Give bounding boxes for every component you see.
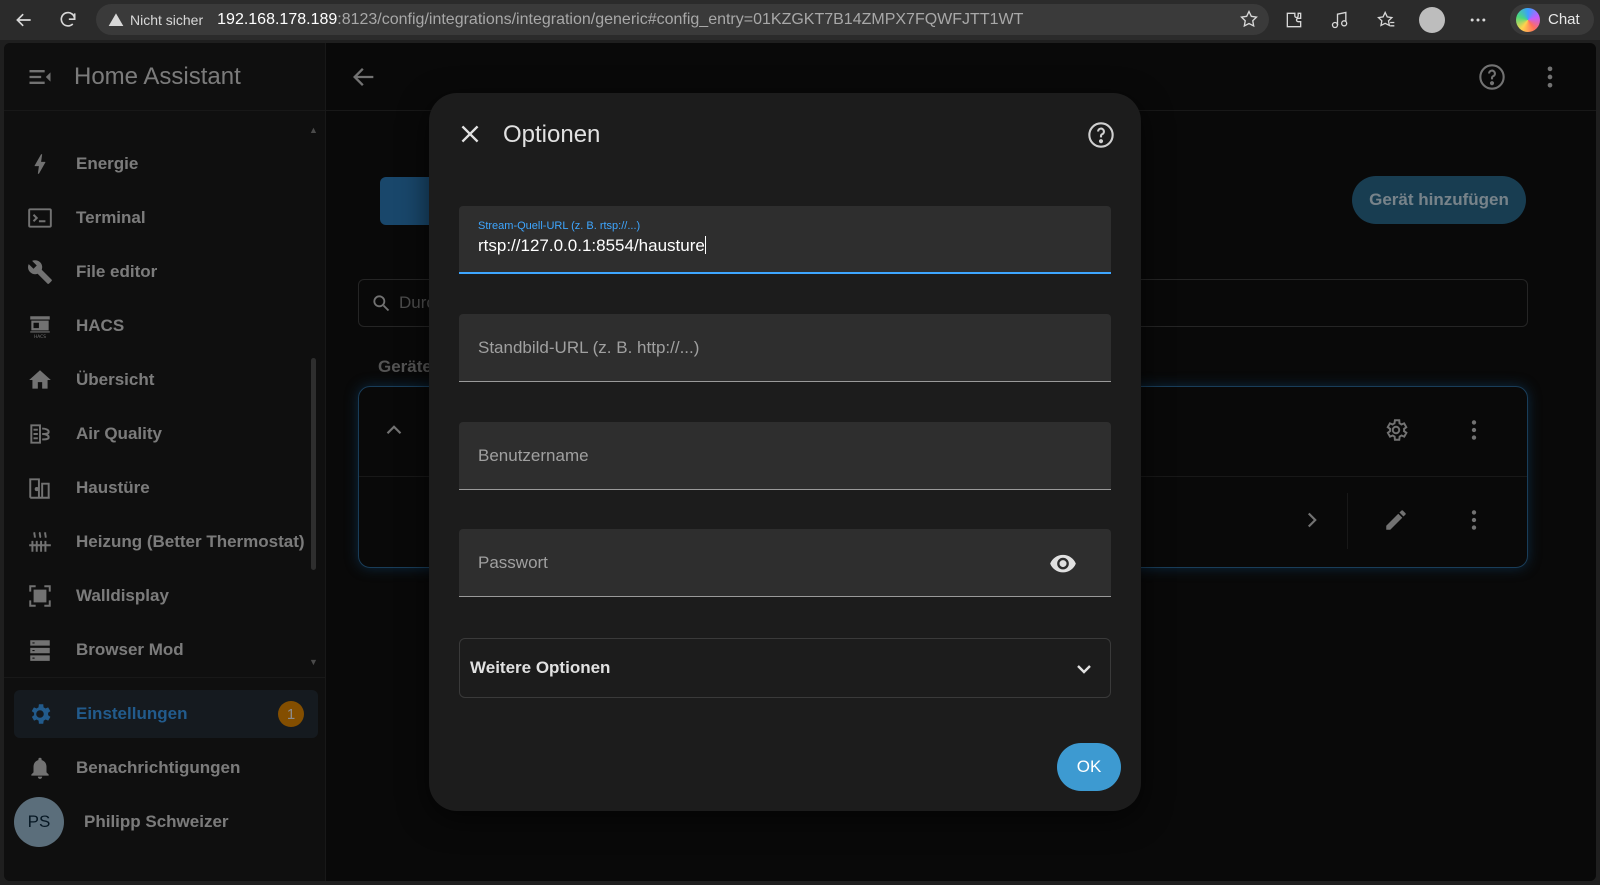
profile-avatar[interactable] [1418, 6, 1446, 34]
back-arrow-icon[interactable] [8, 4, 40, 36]
address-bar[interactable]: Nicht sicher 192.168.178.189:8123/config… [96, 4, 1269, 35]
dialog-title: Optionen [503, 121, 601, 148]
copilot-icon [1516, 7, 1540, 32]
more-options-expander[interactable]: Weitere Optionen [459, 638, 1111, 698]
favorites-icon[interactable] [1372, 6, 1400, 34]
text-caret [704, 236, 706, 254]
username-field[interactable]: Benutzername [459, 422, 1111, 490]
home-assistant-app: Home Assistant ▲ Energie Terminal File e… [4, 43, 1596, 881]
password-field[interactable]: Passwort [459, 529, 1111, 597]
stream-url-value: rtsp://127.0.0.1:8554/hausture [478, 236, 706, 256]
close-icon[interactable] [457, 121, 483, 147]
security-label: Nicht sicher [130, 11, 204, 28]
help-icon[interactable] [1087, 121, 1115, 149]
media-icon[interactable] [1326, 6, 1354, 34]
still-image-url-placeholder: Standbild-URL (z. B. http://...) [478, 338, 700, 357]
eye-icon[interactable] [1049, 549, 1077, 577]
more-options-label: Weitere Optionen [470, 658, 611, 677]
chat-label: Chat [1548, 11, 1580, 28]
more-options-icon[interactable] [1464, 6, 1492, 34]
reload-icon[interactable] [52, 4, 84, 36]
copilot-chat-button[interactable]: Chat [1510, 4, 1594, 35]
ok-button[interactable]: OK [1057, 743, 1121, 791]
options-dialog: Optionen Stream-Quell-URL (z. B. rtsp://… [429, 93, 1141, 811]
stream-url-label: Stream-Quell-URL (z. B. rtsp://...) [478, 220, 641, 232]
warning-triangle-icon [108, 12, 124, 26]
url-host: 192.168.178.189 [217, 10, 338, 28]
security-warning[interactable]: Nicht sicher [108, 12, 203, 28]
extensions-icon[interactable] [1280, 6, 1308, 34]
stream-url-text: rtsp://127.0.0.1:8554/hausture [478, 236, 705, 255]
username-placeholder: Benutzername [478, 446, 589, 465]
chevron-down-icon [1077, 665, 1091, 674]
url-path: :8123/config/integrations/integration/ge… [337, 10, 1024, 28]
password-placeholder: Passwort [478, 553, 548, 572]
browser-toolbar: Nicht sicher 192.168.178.189:8123/config… [0, 0, 1600, 40]
stream-url-field[interactable]: Stream-Quell-URL (z. B. rtsp://...) rtsp… [459, 206, 1111, 274]
bookmark-star-icon[interactable] [1239, 9, 1259, 29]
still-image-url-field[interactable]: Standbild-URL (z. B. http://...) [459, 314, 1111, 382]
